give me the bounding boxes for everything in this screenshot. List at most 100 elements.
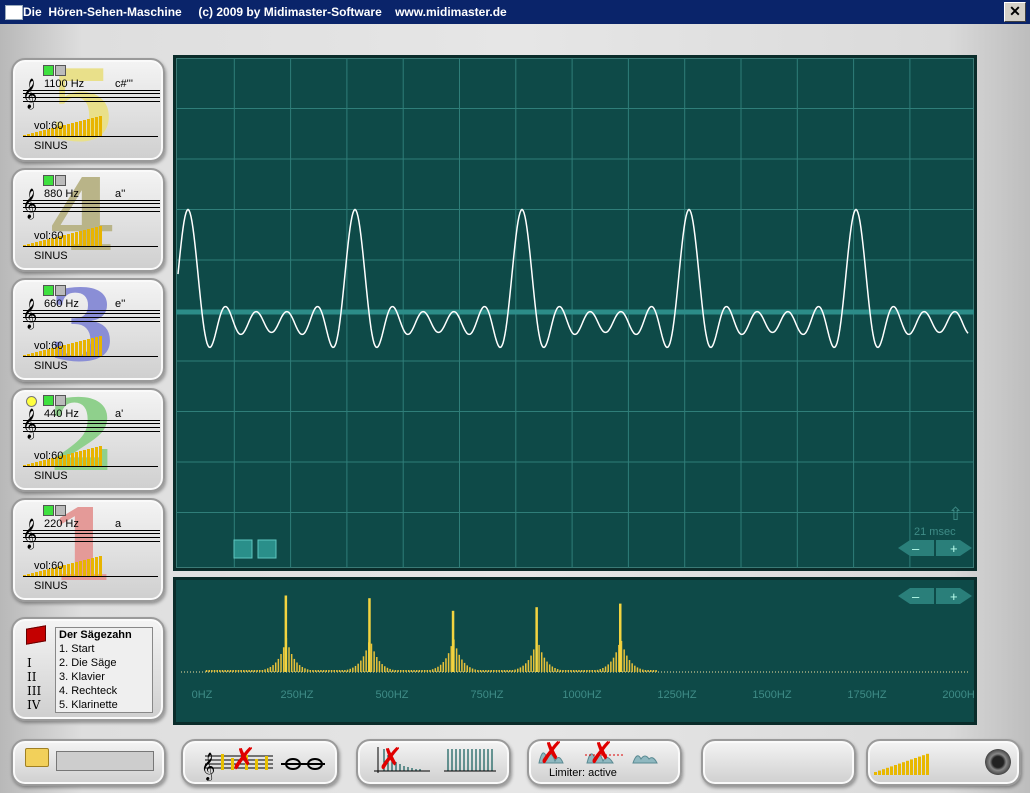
- master-volume-step: [894, 765, 897, 775]
- volume-step: [91, 118, 94, 137]
- voice-panel-3[interactable]: 3 𝄞 660 Hz e'' vol:60 SINUS: [11, 272, 165, 382]
- waveform-label[interactable]: SINUS: [34, 360, 68, 372]
- voice-panel-1[interactable]: 1 𝄞 220 Hz a vol:60 SINUS: [11, 492, 165, 602]
- spectrum-bin: [290, 654, 293, 672]
- frequency-label[interactable]: 220 Hz: [44, 518, 79, 530]
- spectrum-bin: [599, 669, 601, 672]
- frequency-label[interactable]: 1100 Hz: [44, 78, 84, 90]
- scope-zoom-out-button-label: –: [912, 541, 920, 556]
- off-led-icon[interactable]: [55, 175, 66, 186]
- spectrum-bin: [493, 670, 495, 672]
- spectrum-bin: [253, 670, 256, 672]
- song-item[interactable]: 5. Klarinette: [56, 698, 152, 712]
- volume-step: [91, 448, 94, 467]
- svg-text:𝄞: 𝄞: [201, 752, 215, 781]
- master-volume-step: [898, 763, 901, 775]
- waveform-label[interactable]: SINUS: [34, 470, 68, 482]
- on-led-icon[interactable]: [43, 395, 54, 406]
- spectrum-bin: [527, 660, 530, 672]
- frequency-tick-label: 250HZ: [280, 689, 313, 701]
- frequency-tick-label: 750HZ: [470, 689, 503, 701]
- master-volume-step: [882, 769, 885, 775]
- off-led-icon[interactable]: [55, 285, 66, 296]
- spectrum-bin: [266, 668, 269, 672]
- song-item[interactable]: 3. Klavier: [56, 670, 152, 684]
- roman-3[interactable]: III: [27, 684, 41, 698]
- volume-step: [75, 562, 78, 577]
- voice-panel-4[interactable]: 4 𝄞 880 Hz a'' vol:60 SINUS: [11, 162, 165, 272]
- spectrum-bin: [330, 670, 333, 672]
- master-volume-slider[interactable]: [874, 749, 934, 777]
- waveform-label[interactable]: SINUS: [34, 250, 68, 262]
- limiter-panel: ✗ ✗ Limiter: active: [527, 739, 682, 786]
- speaker-icon[interactable]: [985, 749, 1011, 775]
- oscilloscope-display: 21 msec ⇧ – +: [173, 55, 977, 571]
- volume-step: [71, 453, 74, 467]
- on-led-icon[interactable]: [43, 505, 54, 516]
- song-item[interactable]: 1. Start: [56, 642, 152, 656]
- spectrum-bin: [514, 669, 516, 672]
- off-led-icon[interactable]: [55, 395, 66, 406]
- spectrum-bin: [259, 670, 261, 672]
- close-button[interactable]: ✕: [1004, 2, 1026, 22]
- spectrum-bin: [346, 669, 349, 672]
- spectrum-bin: [530, 655, 532, 672]
- folder-icon[interactable]: [25, 748, 49, 767]
- limiter-off-icon-1: ✗: [539, 736, 565, 771]
- spectrum-bin: [304, 668, 306, 672]
- song-item[interactable]: 4. Rechteck: [56, 684, 152, 698]
- scope-zoom-in-button-label: +: [950, 541, 958, 556]
- notation-toggle-icon[interactable]: 𝄞: [183, 741, 333, 781]
- voice-panel-5[interactable]: 5 𝄞 1100 Hz c#''' vol:60 SINUS: [11, 52, 165, 162]
- spectrum-bin: [647, 670, 649, 672]
- song-list[interactable]: Der Sägezahn 1. Start 2. Die Säge 3. Kla…: [55, 627, 153, 713]
- waveform-label[interactable]: SINUS: [34, 140, 68, 152]
- volume-step: [91, 558, 94, 577]
- on-led-icon[interactable]: [43, 65, 54, 76]
- spectrum-bin: [562, 670, 564, 672]
- volume-step: [99, 336, 102, 357]
- on-led-icon[interactable]: [43, 175, 54, 186]
- voice-panel-2[interactable]: 2 𝄞 440 Hz a' vol:60 SINUS: [11, 382, 165, 492]
- off-led-icon[interactable]: [55, 505, 66, 516]
- spectrum-bin: [615, 652, 617, 672]
- spectrum-bin: [636, 667, 639, 672]
- spectrum-bin: [325, 670, 327, 672]
- on-led-icon[interactable]: [43, 285, 54, 296]
- master-volume-step: [914, 758, 917, 775]
- volume-step: [99, 556, 102, 577]
- waveform-label[interactable]: SINUS: [34, 580, 68, 592]
- frequency-label[interactable]: 880 Hz: [44, 188, 79, 200]
- staff-lines: [23, 200, 160, 212]
- frequency-tick-label: 1000HZ: [562, 689, 601, 701]
- master-volume-step: [922, 755, 925, 775]
- spectrum-bin: [341, 670, 343, 672]
- song-item[interactable]: 2. Die Säge: [56, 656, 152, 670]
- frequency-label[interactable]: 660 Hz: [44, 298, 79, 310]
- song-list-header: Der Sägezahn: [59, 629, 132, 641]
- roman-1[interactable]: I: [27, 656, 32, 670]
- spectrum-bin: [586, 670, 588, 672]
- master-volume-panel: [866, 739, 1021, 786]
- title-bar: Die Hören-Sehen-Maschine (c) 2009 by Mid…: [0, 0, 1030, 24]
- spectrum-bin: [567, 670, 570, 672]
- spectrum-bin: [370, 643, 373, 672]
- frequency-label[interactable]: 440 Hz: [44, 408, 79, 420]
- spectrum-bin: [360, 660, 362, 672]
- book-icon[interactable]: [26, 625, 46, 645]
- off-led-icon[interactable]: [55, 65, 66, 76]
- spectrum-bin: [423, 670, 426, 672]
- spectrum-bin: [336, 670, 338, 672]
- spectrum-bin: [655, 670, 657, 672]
- roman-4[interactable]: IV: [27, 698, 40, 712]
- spectrum-bin: [612, 657, 615, 672]
- spectrum-bin: [362, 656, 365, 672]
- spectrum-bin: [511, 670, 514, 672]
- spectrum-bin: [418, 670, 421, 672]
- roman-2[interactable]: II: [27, 670, 36, 684]
- spectrum-bin: [344, 670, 346, 672]
- spectrum-bin: [485, 670, 487, 672]
- filename-field[interactable]: [56, 751, 154, 771]
- notation-off-icon: ✗: [231, 742, 257, 777]
- spectrum-bin: [410, 670, 413, 672]
